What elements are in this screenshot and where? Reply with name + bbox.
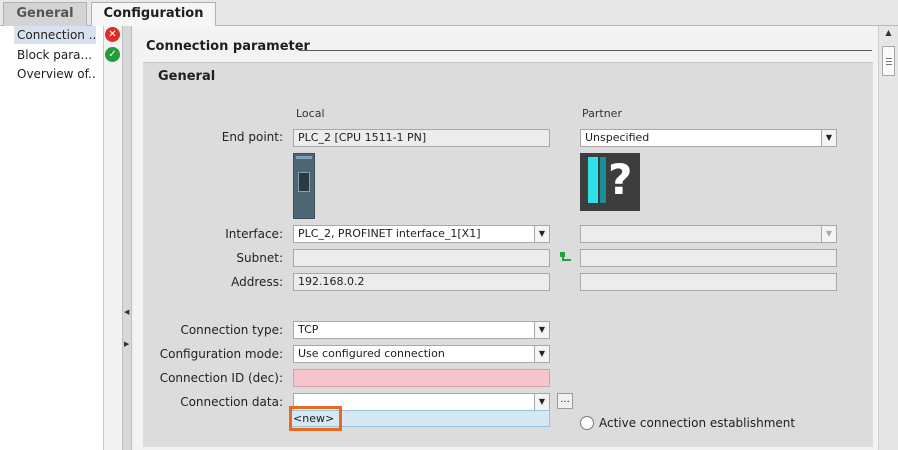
unknown-device-icon: ? <box>580 153 640 211</box>
local-end-point-field: PLC_2 [CPU 1511-1 PN] <box>293 129 550 147</box>
vertical-scrollbar[interactable]: ▲ <box>878 26 898 450</box>
partner-column-header: Partner <box>582 107 622 120</box>
connection-type-select[interactable]: TCP ▼ <box>293 321 550 339</box>
chevron-down-icon[interactable]: ▼ <box>534 394 549 410</box>
connection-data-label: Connection data: <box>180 395 283 409</box>
partner-address-field[interactable] <box>580 273 837 291</box>
chevron-down-icon: ▼ <box>821 226 836 242</box>
tab-bar: General Configuration <box>0 0 898 27</box>
connection-id-label: Connection ID (dec): <box>159 371 283 385</box>
browse-button[interactable]: ... <box>557 393 573 409</box>
left-navigation: Connection ... Block para... Overview of… <box>0 26 104 450</box>
scroll-up-icon[interactable]: ▲ <box>882 28 895 41</box>
configuration-mode-select[interactable]: Use configured connection ▼ <box>293 345 550 363</box>
local-interface-value: PLC_2, PROFINET interface_1[X1] <box>298 227 481 240</box>
local-column-header: Local <box>296 107 325 120</box>
partner-subnet-field <box>580 249 837 267</box>
local-subnet-field <box>293 249 550 267</box>
active-connection-radio[interactable] <box>580 416 594 430</box>
chevron-down-icon[interactable]: ▼ <box>534 322 549 338</box>
partner-end-point-value: Unspecified <box>585 131 650 144</box>
nav-item-overview[interactable]: Overview of... <box>14 65 96 83</box>
group-title: General <box>158 69 216 84</box>
partner-end-point-select[interactable]: Unspecified ▼ <box>580 129 837 147</box>
chevron-down-icon[interactable]: ▼ <box>534 346 549 362</box>
subnet-connector-icon <box>560 252 572 264</box>
check-icon: ✓ <box>105 47 120 62</box>
configuration-mode-label: Configuration mode: <box>159 347 283 361</box>
main-panel: Connection parameter General Local Partn… <box>133 26 878 450</box>
local-interface-select[interactable]: PLC_2, PROFINET interface_1[X1] ▼ <box>293 225 550 243</box>
connection-type-value: TCP <box>298 323 319 336</box>
tab-configuration[interactable]: Configuration <box>91 2 216 27</box>
configuration-mode-value: Use configured connection <box>298 347 445 360</box>
general-group: General Local Partner End point: PLC_2 [… <box>143 62 873 447</box>
tab-general[interactable]: General <box>3 2 87 26</box>
active-connection-label: Active connection establishment <box>599 416 796 430</box>
error-x-icon: ✕ <box>105 27 120 42</box>
subnet-label: Subnet: <box>236 251 283 265</box>
nav-item-block-parameters[interactable]: Block para... <box>14 46 96 64</box>
partner-interface-select: ▼ <box>580 225 837 243</box>
panel-splitter[interactable]: ◀ ▶ <box>122 26 132 450</box>
connection-type-label: Connection type: <box>180 323 283 337</box>
connection-id-input[interactable] <box>293 369 550 387</box>
status-icon-column: ✕ ✓ <box>104 26 122 450</box>
section-title: Connection parameter <box>146 39 310 54</box>
collapse-left-icon[interactable]: ◀ <box>124 308 129 316</box>
plc-device-icon <box>293 153 315 219</box>
local-address-field[interactable]: 192.168.0.2 <box>293 273 550 291</box>
chevron-down-icon[interactable]: ▼ <box>534 226 549 242</box>
section-divider <box>299 50 872 51</box>
scrollbar-thumb[interactable] <box>882 46 895 76</box>
nav-item-connection[interactable]: Connection ... <box>14 26 96 44</box>
highlight-box <box>289 406 342 431</box>
interface-label: Interface: <box>225 227 283 241</box>
end-point-label: End point: <box>221 130 283 144</box>
address-label: Address: <box>231 275 283 289</box>
expand-right-icon[interactable]: ▶ <box>124 340 129 348</box>
chevron-down-icon[interactable]: ▼ <box>821 130 836 146</box>
